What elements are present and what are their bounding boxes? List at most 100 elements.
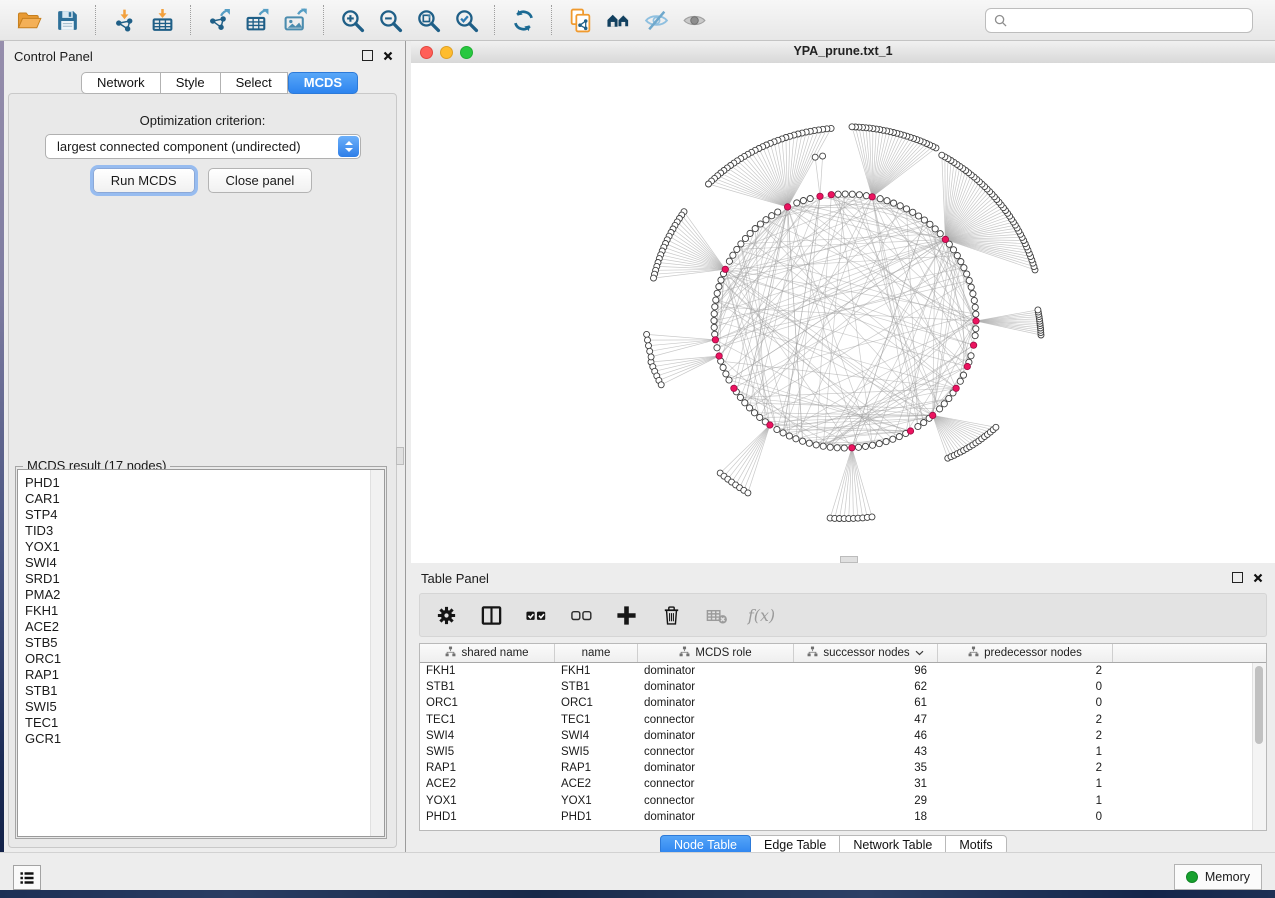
network-dominator-node[interactable] [869,194,875,200]
cell-successor-nodes[interactable]: 35 [794,762,938,774]
cell-name[interactable]: PHD1 [555,811,638,823]
network-leaf-node[interactable] [648,354,654,360]
network-node[interactable] [737,394,743,400]
cell-name[interactable]: SWI4 [555,730,638,742]
cell-predecessor-nodes[interactable]: 2 [938,714,1113,726]
network-dominator-node[interactable] [953,385,959,391]
cell-name[interactable]: FKH1 [555,665,638,677]
cell-name[interactable]: YOX1 [555,795,638,807]
network-node[interactable] [794,200,800,206]
network-node[interactable] [876,441,882,447]
network-dominator-node[interactable] [849,445,855,451]
table-row[interactable]: SWI4SWI4dominator462 [420,728,1266,744]
network-node[interactable] [723,371,729,377]
table-row[interactable]: RAP1RAP1dominator352 [420,760,1266,776]
show-all-columns-button[interactable] [522,601,550,629]
network-leaf-node[interactable] [820,153,826,159]
network-dominator-node[interactable] [767,422,773,428]
network-node[interactable] [726,258,732,264]
network-node[interactable] [738,241,744,247]
network-dominator-node[interactable] [930,412,936,418]
export-table-button[interactable] [238,3,276,37]
network-node[interactable] [716,284,722,290]
network-dominator-node[interactable] [731,385,737,391]
split-divider-handle[interactable] [396,447,404,465]
mcds-result-item[interactable]: PMA2 [18,587,384,603]
network-node[interactable] [927,221,933,227]
mcds-result-item[interactable]: TEC1 [18,715,384,731]
network-leaf-node[interactable] [645,337,651,343]
network-node[interactable] [946,395,952,401]
network-node[interactable] [856,192,862,198]
network-dominator-node[interactable] [973,318,979,324]
network-leaf-node[interactable] [993,424,999,430]
network-node[interactable] [711,324,717,330]
export-network-button[interactable] [200,3,238,37]
network-node[interactable] [968,284,974,290]
table-scrollbar[interactable] [1252,663,1266,830]
search-input[interactable] [1013,12,1244,29]
cell-successor-nodes[interactable]: 31 [794,778,938,790]
network-node[interactable] [726,377,732,383]
network-node[interactable] [775,209,781,215]
network-node[interactable] [793,436,799,442]
cell-successor-nodes[interactable]: 43 [794,746,938,758]
network-node[interactable] [883,439,889,445]
copy-network-button[interactable] [561,3,599,37]
mcds-result-item[interactable]: TID3 [18,523,384,539]
mcds-result-item[interactable]: ORC1 [18,651,384,667]
network-node[interactable] [813,442,819,448]
network-node[interactable] [877,196,883,202]
cell-mcds-role[interactable]: connector [638,778,794,790]
network-node[interactable] [835,191,841,197]
network-node[interactable] [968,353,974,359]
network-node[interactable] [711,318,717,324]
network-node[interactable] [718,277,724,283]
network-leaf-node[interactable] [658,382,664,388]
mcds-result-item[interactable]: RAP1 [18,667,384,683]
cell-mcds-role[interactable]: dominator [638,730,794,742]
network-leaf-node[interactable] [647,348,653,354]
column-header-predecessor-nodes[interactable]: predecessor nodes [938,644,1113,662]
network-dominator-node[interactable] [784,204,790,210]
toggle-column-pane-button[interactable] [477,601,505,629]
network-node[interactable] [786,433,792,439]
cell-mcds-role[interactable]: dominator [638,665,794,677]
column-header-shared-name[interactable]: shared name [420,644,555,662]
table-row[interactable]: ACE2ACE2connector311 [420,776,1266,792]
network-dominator-node[interactable] [722,266,728,272]
network-leaf-node[interactable] [706,181,712,187]
cell-predecessor-nodes[interactable]: 0 [938,681,1113,693]
table-row[interactable]: FKH1FKH1dominator962 [420,663,1266,679]
cell-shared-name[interactable]: ACE2 [420,778,555,790]
cell-name[interactable]: STB1 [555,681,638,693]
network-node[interactable] [937,231,943,237]
mcds-result-item[interactable]: FKH1 [18,603,384,619]
cell-predecessor-nodes[interactable]: 1 [938,746,1113,758]
cell-predecessor-nodes[interactable]: 2 [938,730,1113,742]
memory-button[interactable]: Memory [1174,864,1262,890]
network-dominator-node[interactable] [712,337,718,343]
tab-mcds[interactable]: MCDS [288,72,358,94]
cell-successor-nodes[interactable]: 47 [794,714,938,726]
mcds-result-item[interactable]: SWI5 [18,699,384,715]
cell-shared-name[interactable]: SWI4 [420,730,555,742]
network-node[interactable] [921,420,927,426]
network-canvas[interactable] [411,63,1275,563]
network-leaf-node[interactable] [1035,307,1041,313]
close-panel-button[interactable]: Close panel [208,168,313,193]
network-dominator-node[interactable] [964,363,970,369]
network-window-titlebar[interactable]: YPA_prune.txt_1 [411,41,1275,64]
cell-predecessor-nodes[interactable]: 2 [938,762,1113,774]
network-node[interactable] [720,364,726,370]
network-node[interactable] [973,326,979,332]
network-node[interactable] [751,410,757,416]
run-mcds-button[interactable]: Run MCDS [93,168,195,193]
save-session-button[interactable] [48,3,86,37]
import-network-button[interactable] [105,3,143,37]
network-node[interactable] [734,246,740,252]
cell-mcds-role[interactable]: connector [638,795,794,807]
cell-name[interactable]: RAP1 [555,762,638,774]
network-node[interactable] [780,430,786,436]
network-node[interactable] [916,213,922,219]
